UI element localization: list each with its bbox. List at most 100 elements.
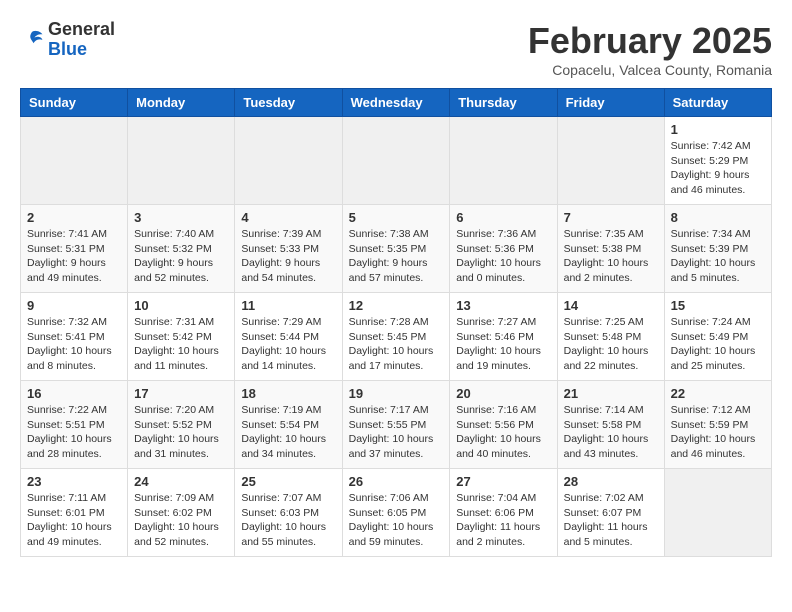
day-number: 25: [241, 474, 335, 489]
day-number: 2: [27, 210, 121, 225]
day-cell: 1 Sunrise: 7:42 AM Sunset: 5:29 PM Daylig…: [664, 117, 771, 205]
day-cell: 4 Sunrise: 7:39 AM Sunset: 5:33 PM Daylig…: [235, 205, 342, 293]
weekday-header-thursday: Thursday: [450, 89, 557, 117]
day-number: 17: [134, 386, 228, 401]
day-cell: 7 Sunrise: 7:35 AM Sunset: 5:38 PM Daylig…: [557, 205, 664, 293]
logo-general: General: [48, 20, 115, 40]
day-number: 4: [241, 210, 335, 225]
day-number: 23: [27, 474, 121, 489]
day-cell: [450, 117, 557, 205]
day-cell: 13 Sunrise: 7:27 AM Sunset: 5:46 PM Dayli…: [450, 293, 557, 381]
day-number: 28: [564, 474, 658, 489]
day-number: 20: [456, 386, 550, 401]
day-number: 13: [456, 298, 550, 313]
day-number: 6: [456, 210, 550, 225]
day-cell: 18 Sunrise: 7:19 AM Sunset: 5:54 PM Dayli…: [235, 381, 342, 469]
day-info: Sunrise: 7:02 AM Sunset: 6:07 PM Dayligh…: [564, 491, 658, 550]
day-info: Sunrise: 7:41 AM Sunset: 5:31 PM Dayligh…: [27, 227, 121, 286]
day-info: Sunrise: 7:32 AM Sunset: 5:41 PM Dayligh…: [27, 315, 121, 374]
day-number: 18: [241, 386, 335, 401]
day-info: Sunrise: 7:11 AM Sunset: 6:01 PM Dayligh…: [27, 491, 121, 550]
day-number: 16: [27, 386, 121, 401]
weekday-header-saturday: Saturday: [664, 89, 771, 117]
day-cell: [342, 117, 450, 205]
day-info: Sunrise: 7:07 AM Sunset: 6:03 PM Dayligh…: [241, 491, 335, 550]
day-number: 1: [671, 122, 765, 137]
weekday-header-friday: Friday: [557, 89, 664, 117]
day-number: 14: [564, 298, 658, 313]
day-info: Sunrise: 7:14 AM Sunset: 5:58 PM Dayligh…: [564, 403, 658, 462]
day-info: Sunrise: 7:39 AM Sunset: 5:33 PM Dayligh…: [241, 227, 335, 286]
day-cell: [557, 117, 664, 205]
day-number: 10: [134, 298, 228, 313]
day-info: Sunrise: 7:29 AM Sunset: 5:44 PM Dayligh…: [241, 315, 335, 374]
day-cell: 10 Sunrise: 7:31 AM Sunset: 5:42 PM Dayli…: [128, 293, 235, 381]
day-number: 26: [349, 474, 444, 489]
day-cell: [21, 117, 128, 205]
day-info: Sunrise: 7:04 AM Sunset: 6:06 PM Dayligh…: [456, 491, 550, 550]
weekday-header-sunday: Sunday: [21, 89, 128, 117]
day-cell: 20 Sunrise: 7:16 AM Sunset: 5:56 PM Dayli…: [450, 381, 557, 469]
weekday-header-monday: Monday: [128, 89, 235, 117]
day-info: Sunrise: 7:17 AM Sunset: 5:55 PM Dayligh…: [349, 403, 444, 462]
week-row-5: 23 Sunrise: 7:11 AM Sunset: 6:01 PM Dayli…: [21, 469, 772, 557]
day-cell: 19 Sunrise: 7:17 AM Sunset: 5:55 PM Dayli…: [342, 381, 450, 469]
day-number: 24: [134, 474, 228, 489]
day-cell: 9Sunrise: 7:32 AM Sunset: 5:41 PM Daylig…: [21, 293, 128, 381]
day-cell: 5 Sunrise: 7:38 AM Sunset: 5:35 PM Daylig…: [342, 205, 450, 293]
day-info: Sunrise: 7:16 AM Sunset: 5:56 PM Dayligh…: [456, 403, 550, 462]
month-title: February 2025: [528, 20, 772, 62]
day-cell: 2 Sunrise: 7:41 AM Sunset: 5:31 PM Daylig…: [21, 205, 128, 293]
day-number: 7: [564, 210, 658, 225]
day-info: Sunrise: 7:09 AM Sunset: 6:02 PM Dayligh…: [134, 491, 228, 550]
day-number: 11: [241, 298, 335, 313]
day-info: Sunrise: 7:35 AM Sunset: 5:38 PM Dayligh…: [564, 227, 658, 286]
day-info: Sunrise: 7:19 AM Sunset: 5:54 PM Dayligh…: [241, 403, 335, 462]
day-number: 3: [134, 210, 228, 225]
day-info: Sunrise: 7:34 AM Sunset: 5:39 PM Dayligh…: [671, 227, 765, 286]
day-cell: 6Sunrise: 7:36 AM Sunset: 5:36 PM Daylig…: [450, 205, 557, 293]
day-cell: [235, 117, 342, 205]
day-info: Sunrise: 7:06 AM Sunset: 6:05 PM Dayligh…: [349, 491, 444, 550]
week-row-3: 9Sunrise: 7:32 AM Sunset: 5:41 PM Daylig…: [21, 293, 772, 381]
day-cell: 17Sunrise: 7:20 AM Sunset: 5:52 PM Dayli…: [128, 381, 235, 469]
day-number: 15: [671, 298, 765, 313]
day-number: 27: [456, 474, 550, 489]
day-info: Sunrise: 7:22 AM Sunset: 5:51 PM Dayligh…: [27, 403, 121, 462]
day-cell: 27 Sunrise: 7:04 AM Sunset: 6:06 PM Dayli…: [450, 469, 557, 557]
day-cell: [664, 469, 771, 557]
location-title: Copacelu, Valcea County, Romania: [528, 62, 772, 78]
day-number: 22: [671, 386, 765, 401]
week-row-2: 2 Sunrise: 7:41 AM Sunset: 5:31 PM Daylig…: [21, 205, 772, 293]
calendar-table: SundayMondayTuesdayWednesdayThursdayFrid…: [20, 88, 772, 557]
day-cell: 16 Sunrise: 7:22 AM Sunset: 5:51 PM Dayli…: [21, 381, 128, 469]
day-number: 8: [671, 210, 765, 225]
logo-blue-text: Blue: [48, 40, 115, 60]
weekday-header-tuesday: Tuesday: [235, 89, 342, 117]
day-number: 19: [349, 386, 444, 401]
logo-bird-icon: [20, 28, 44, 52]
day-cell: 23 Sunrise: 7:11 AM Sunset: 6:01 PM Dayli…: [21, 469, 128, 557]
day-cell: 8 Sunrise: 7:34 AM Sunset: 5:39 PM Daylig…: [664, 205, 771, 293]
day-info: Sunrise: 7:24 AM Sunset: 5:49 PM Dayligh…: [671, 315, 765, 374]
day-info: Sunrise: 7:27 AM Sunset: 5:46 PM Dayligh…: [456, 315, 550, 374]
day-cell: 12Sunrise: 7:28 AM Sunset: 5:45 PM Dayli…: [342, 293, 450, 381]
day-info: Sunrise: 7:42 AM Sunset: 5:29 PM Dayligh…: [671, 139, 765, 198]
day-info: Sunrise: 7:12 AM Sunset: 5:59 PM Dayligh…: [671, 403, 765, 462]
logo-text: General Blue: [48, 20, 115, 60]
day-info: Sunrise: 7:31 AM Sunset: 5:42 PM Dayligh…: [134, 315, 228, 374]
weekday-header-wednesday: Wednesday: [342, 89, 450, 117]
day-cell: 24 Sunrise: 7:09 AM Sunset: 6:02 PM Dayli…: [128, 469, 235, 557]
day-number: 21: [564, 386, 658, 401]
title-area: February 2025 Copacelu, Valcea County, R…: [528, 20, 772, 78]
day-info: Sunrise: 7:38 AM Sunset: 5:35 PM Dayligh…: [349, 227, 444, 286]
day-number: 5: [349, 210, 444, 225]
logo: General Blue: [20, 20, 115, 60]
day-cell: 21 Sunrise: 7:14 AM Sunset: 5:58 PM Dayli…: [557, 381, 664, 469]
day-cell: 25 Sunrise: 7:07 AM Sunset: 6:03 PM Dayli…: [235, 469, 342, 557]
day-cell: 14Sunrise: 7:25 AM Sunset: 5:48 PM Dayli…: [557, 293, 664, 381]
week-row-4: 16 Sunrise: 7:22 AM Sunset: 5:51 PM Dayli…: [21, 381, 772, 469]
header: General Blue February 2025 Copacelu, Val…: [20, 20, 772, 78]
day-cell: [128, 117, 235, 205]
weekday-header-row: SundayMondayTuesdayWednesdayThursdayFrid…: [21, 89, 772, 117]
